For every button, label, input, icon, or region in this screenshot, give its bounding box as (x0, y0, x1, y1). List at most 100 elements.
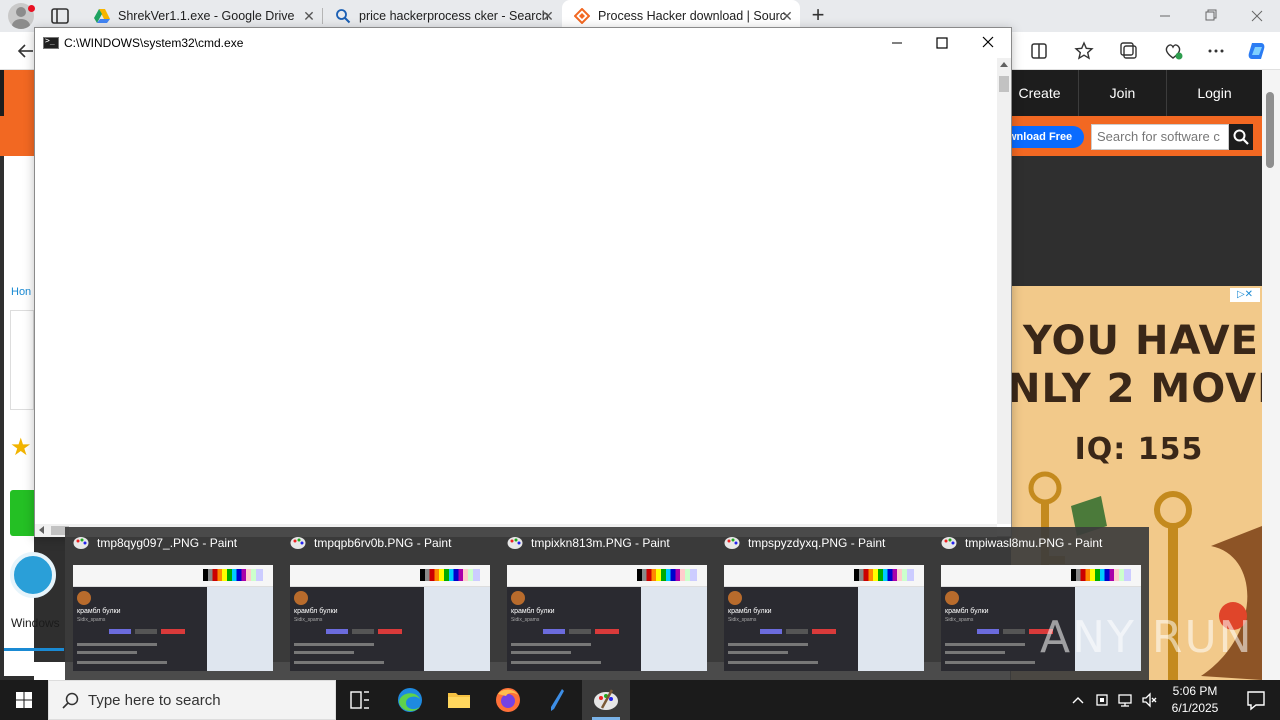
email-icon[interactable] (10, 552, 56, 598)
browser-restore-icon[interactable] (1188, 0, 1234, 32)
paint-window-thumbnail[interactable]: tmpixkn813m.PNG - Paint крамбл булки Sid… (499, 527, 713, 680)
windows-start-icon[interactable] (0, 680, 48, 720)
show-hidden-icons-chevron-icon[interactable] (1068, 690, 1088, 710)
preview-button (1003, 629, 1025, 634)
pen-app-icon[interactable] (533, 680, 581, 720)
cmd-window-icon (43, 36, 59, 49)
edge-browser-icon[interactable] (386, 680, 434, 720)
paint-icon (941, 537, 957, 549)
google-drive-icon (94, 9, 110, 23)
tab-label: price hackerprocess cker - Search (359, 9, 549, 23)
cmd-console-area[interactable] (35, 58, 997, 524)
more-menu-icon[interactable] (1203, 38, 1229, 64)
firefox-icon[interactable] (484, 680, 532, 720)
preview-button (326, 629, 348, 634)
sourceforge-logo-icon[interactable] (4, 70, 34, 116)
browser-close-icon[interactable] (1234, 0, 1280, 32)
cmd-maximize-icon[interactable] (919, 28, 965, 58)
preview-toolbar (73, 565, 273, 587)
login-link[interactable]: Login (1166, 70, 1262, 116)
preview-name: крамбл булки (294, 608, 338, 615)
preview-button (569, 629, 591, 634)
preview-line (945, 661, 1035, 664)
cmd-title-bar[interactable]: C:\WINDOWS\system32\cmd.exe (35, 28, 1011, 58)
favorites-star-icon[interactable] (1071, 38, 1097, 64)
join-link[interactable]: Join (1078, 70, 1166, 116)
preview-toolbar (507, 565, 707, 587)
new-tab-plus-icon[interactable]: + (806, 4, 830, 28)
paint-taskbar-button[interactable] (582, 680, 630, 720)
site-search-input[interactable]: Search for software c (1091, 124, 1229, 150)
thumbnail-title: tmpiwasl8mu.PNG - Paint (965, 536, 1103, 550)
collections-icon[interactable] (1116, 38, 1142, 64)
file-explorer-icon[interactable] (435, 680, 483, 720)
preview-button (812, 629, 836, 634)
preview-line (77, 643, 157, 646)
preview-button (595, 629, 619, 634)
cmd-scroll-thumb[interactable] (999, 76, 1009, 92)
preview-canvas: крамбл булки Sidix_spams (290, 587, 424, 671)
volume-muted-icon[interactable] (1140, 690, 1160, 710)
thumbnail-preview: крамбл булки Sidix_spams (290, 565, 490, 671)
paint-window-thumbnail[interactable]: tmpspyzdyxq.PNG - Paint крамбл булки Sid… (716, 527, 930, 680)
preview-name: крамбл булки (511, 608, 555, 615)
download-free-button[interactable]: wnload Free (1004, 126, 1084, 148)
browser-minimize-icon[interactable] (1142, 0, 1188, 32)
security-tray-icon[interactable] (1092, 690, 1112, 710)
preview-palette (203, 569, 263, 581)
scroll-up-arrow-icon[interactable] (1000, 62, 1008, 67)
green-download-button[interactable] (10, 490, 34, 536)
ad-headline-1: YOU HAVE (1023, 318, 1259, 364)
scroll-left-arrow-icon[interactable] (39, 526, 44, 534)
thumbnail-preview: крамбл булки Sidix_spams (507, 565, 707, 671)
cmd-window[interactable]: C:\WINDOWS\system32\cmd.exe (34, 27, 1012, 537)
taskbar-search-box[interactable]: Type here to search (48, 680, 336, 720)
preview-side-panel (207, 587, 273, 671)
browser-essentials-icon[interactable] (1160, 38, 1186, 64)
cmd-close-icon[interactable] (965, 28, 1011, 58)
taskbar-clock[interactable]: 5:06 PM 6/1/2025 (1160, 683, 1230, 717)
page-scroll-thumb[interactable] (1266, 92, 1274, 168)
tab-actions-icon[interactable] (50, 7, 70, 25)
tab-close-icon[interactable]: ✕ (302, 9, 316, 23)
task-view-icon[interactable] (336, 680, 384, 720)
network-icon[interactable] (1116, 690, 1136, 710)
thumbnail-title: tmpspyzdyxq.PNG - Paint (748, 536, 886, 550)
tab-close-icon[interactable]: ✕ (541, 9, 555, 23)
ad-headline-3: IQ: 155 (1074, 432, 1204, 467)
preview-palette (637, 569, 697, 581)
page-vertical-scrollbar[interactable] (1262, 70, 1280, 680)
windows-taskbar: Type here to search 5:06 PM 6/1/2025 (0, 680, 1280, 720)
preview-side-panel (641, 587, 707, 671)
content-box (10, 310, 34, 410)
preview-canvas: крамбл булки Sidix_spams (73, 587, 207, 671)
paint-icon (290, 537, 306, 549)
site-search-button[interactable] (1229, 124, 1253, 150)
split-screen-icon[interactable] (1026, 38, 1052, 64)
breadcrumb-home[interactable]: Hon (11, 286, 31, 298)
anyrun-watermark: ANY RUN (1040, 612, 1254, 663)
sourceforge-icon (574, 8, 590, 24)
preview-avatar (728, 591, 742, 605)
preview-avatar (77, 591, 91, 605)
preview-line (728, 661, 818, 664)
adchoices-icon[interactable]: ▷✕ (1230, 288, 1260, 302)
preview-subtitle: Sidix_spams (294, 617, 323, 623)
copilot-icon[interactable] (1244, 38, 1270, 64)
preview-name: крамбл булки (945, 608, 989, 615)
thumbnail-title: tmpixkn813m.PNG - Paint (531, 536, 670, 550)
thumbnail-preview: крамбл булки Sidix_spams (724, 565, 924, 671)
profile-notification-dot (28, 5, 35, 12)
preview-line (511, 651, 571, 654)
paint-window-thumbnail[interactable]: tmpqpb6rv0b.PNG - Paint крамбл булки Sid… (282, 527, 496, 680)
cmd-vertical-scrollbar[interactable] (997, 58, 1011, 524)
clock-time: 5:06 PM (1172, 684, 1218, 698)
cmd-minimize-icon[interactable] (874, 28, 920, 58)
site-content-edge: Hon ★ Windows (4, 156, 64, 676)
preview-line (294, 661, 384, 664)
preview-side-panel (858, 587, 924, 671)
paint-window-thumbnail[interactable]: tmp8qyg097_.PNG - Paint крамбл булки Sid… (65, 527, 279, 680)
site-dark-region (1011, 156, 1262, 284)
notification-center-icon[interactable] (1236, 680, 1276, 720)
tab-close-icon[interactable]: ✕ (780, 9, 794, 23)
